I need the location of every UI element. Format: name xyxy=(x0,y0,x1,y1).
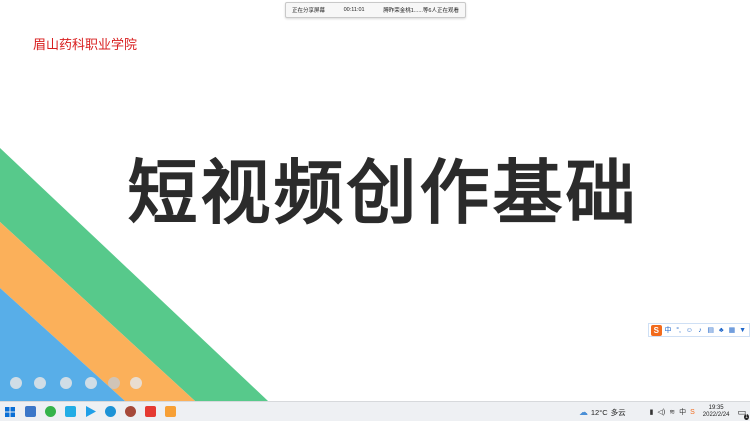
punctuation-icon[interactable]: °, xyxy=(674,325,683,335)
windows-start-icon[interactable] xyxy=(0,402,20,421)
cloud-icon: ☁ xyxy=(578,406,588,417)
volume-icon[interactable]: ◁) xyxy=(658,408,666,416)
notification-icon[interactable]: ▭ 1 xyxy=(737,407,749,420)
zoom-icon[interactable] xyxy=(108,377,120,389)
battery-icon[interactable]: ▮ xyxy=(650,408,654,416)
screen-share-bar[interactable]: 正在分享屏幕 00:11:01 膊昨荣金桃1......等6人正在观看 xyxy=(285,2,466,18)
more-options-icon[interactable] xyxy=(130,377,142,389)
notes-icon[interactable] xyxy=(160,402,180,421)
bilibili-icon[interactable] xyxy=(60,402,80,421)
file-explorer-icon[interactable] xyxy=(20,402,40,421)
ime-toolbar[interactable]: S 中 °, ☺ ♪ ▤ ♣ ▦ ▼ xyxy=(648,323,750,337)
video-player-icon[interactable] xyxy=(80,402,100,421)
share-status: 正在分享屏幕 xyxy=(292,8,326,14)
clock-time: 19:35 xyxy=(708,405,724,412)
keyboard-icon[interactable]: ▤ xyxy=(706,325,715,335)
input-lang[interactable]: 中 xyxy=(679,407,686,417)
game-icon[interactable] xyxy=(120,402,140,421)
ime-tray-icon[interactable]: S xyxy=(690,409,695,416)
skin-icon[interactable]: ♣ xyxy=(717,325,726,335)
slide-next-icon[interactable] xyxy=(34,377,46,389)
toolbox-icon[interactable]: ▦ xyxy=(728,325,737,335)
emoji-icon[interactable]: ☺ xyxy=(685,325,694,335)
pen-tool-icon[interactable] xyxy=(60,377,72,389)
screen: 正在分享屏幕 00:11:01 膊昨荣金桃1......等6人正在观看 眉山药科… xyxy=(0,0,750,421)
browser-green-icon[interactable] xyxy=(40,402,60,421)
wps-office-icon[interactable] xyxy=(140,402,160,421)
system-tray: ☁ 12°C 多云 ▮ ◁) ≋ 中 S 19:35 2022/2/24 ▭ 1 xyxy=(579,402,750,421)
slide-prev-icon[interactable] xyxy=(10,377,22,389)
slide-grid-icon[interactable] xyxy=(85,377,97,389)
slide-title: 短视频创作基础 xyxy=(127,152,639,234)
clock[interactable]: 19:35 2022/2/24 xyxy=(703,405,730,418)
weather-widget[interactable]: ☁ 12°C 多云 xyxy=(579,407,626,418)
share-viewers[interactable]: 膊昨荣金桃1......等6人正在观看 xyxy=(383,6,459,14)
sogou-logo-icon[interactable]: S xyxy=(651,324,662,336)
edge-icon[interactable] xyxy=(100,402,120,421)
notification-count: 1 xyxy=(744,413,749,420)
shirt-icon[interactable]: ▼ xyxy=(738,325,747,335)
wifi-icon[interactable]: ≋ xyxy=(669,408,675,416)
mic-icon[interactable]: ♪ xyxy=(696,325,705,335)
taskbar: ☁ 12°C 多云 ▮ ◁) ≋ 中 S 19:35 2022/2/24 ▭ 1 xyxy=(0,401,750,421)
ime-mode[interactable]: 中 xyxy=(664,325,673,335)
clock-date: 2022/2/24 xyxy=(702,412,730,418)
weather-condition: 多云 xyxy=(610,407,626,417)
school-name: 眉山药科职业学院 xyxy=(33,38,138,53)
share-timer: 00:11:01 xyxy=(343,7,365,13)
weather-temp: 12°C xyxy=(590,407,608,417)
